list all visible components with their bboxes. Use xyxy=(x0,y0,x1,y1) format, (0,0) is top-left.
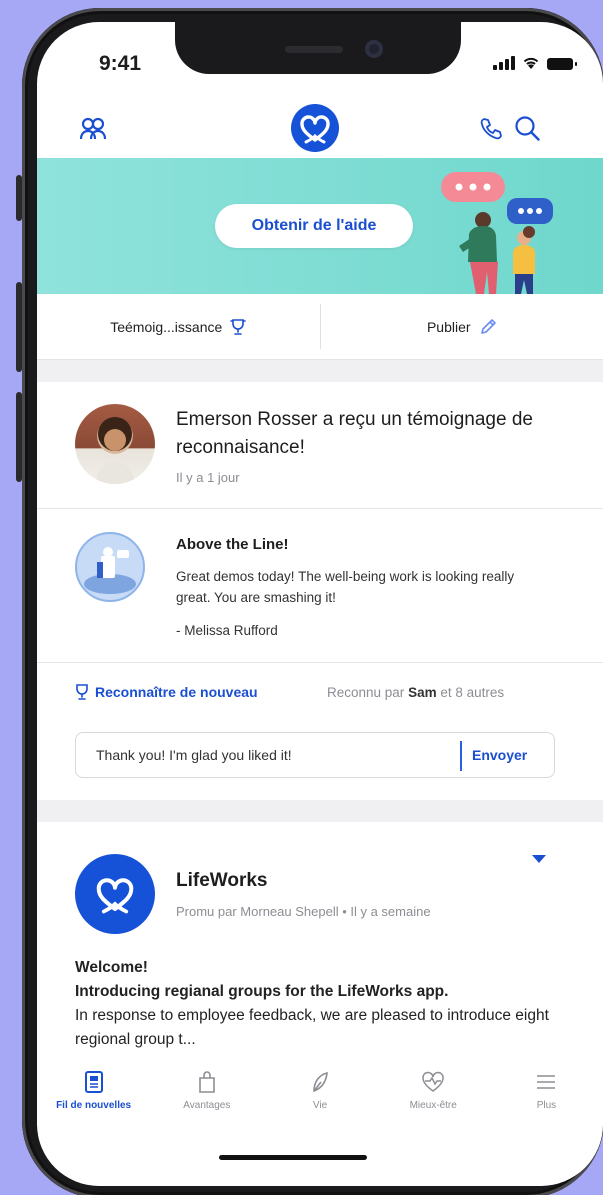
tab-label: Fil de nouvelles xyxy=(56,1099,132,1111)
feed-actions: Teémoig...issance Publier xyxy=(37,294,603,360)
top-navbar xyxy=(37,104,603,164)
publish-action[interactable]: Publier xyxy=(321,294,603,359)
mute-switch xyxy=(16,175,22,221)
status-time: 9:41 xyxy=(99,52,142,75)
emerson-avatar[interactable] xyxy=(75,404,155,484)
section-gap xyxy=(37,800,603,822)
volume-up-button xyxy=(16,282,22,372)
tab-wellbeing[interactable]: Mieux-être xyxy=(377,1054,490,1126)
groups-icon[interactable] xyxy=(79,116,107,142)
bottom-tab-bar: Fil de nouvelles Avantages Vie Mieux-êtr… xyxy=(37,1054,603,1126)
search-icon[interactable] xyxy=(513,114,541,142)
recognition-time: Il y a 1 jour xyxy=(176,470,240,485)
pencil-icon xyxy=(480,318,496,334)
send-button[interactable]: Envoyer xyxy=(472,747,527,763)
card-divider xyxy=(37,662,603,663)
menu-icon xyxy=(537,1074,556,1089)
recognition-action-label: Teémoig...issance xyxy=(110,318,223,335)
camera xyxy=(365,40,383,58)
section-gap xyxy=(37,360,603,382)
tab-newsfeed[interactable]: Fil de nouvelles xyxy=(37,1054,150,1126)
lifeworks-avatar[interactable] xyxy=(75,854,155,934)
recognized-suffix: et 8 autres xyxy=(436,685,505,700)
get-help-button[interactable]: Obtenir de l'aide xyxy=(215,204,413,248)
reply-field[interactable]: Thank you! I'm glad you liked it! Envoye… xyxy=(75,732,555,778)
status-icons xyxy=(493,56,577,70)
tab-label: Mieux-être xyxy=(409,1099,457,1111)
recognition-signature: - Melissa Rufford xyxy=(176,623,278,638)
tab-label: Plus xyxy=(536,1099,557,1111)
newsfeed-icon xyxy=(84,1070,103,1093)
recognized-name[interactable]: Sam xyxy=(408,685,437,700)
leaf-icon xyxy=(313,1071,328,1092)
post-meta: Promu par Morneau Shepell • Il y a semai… xyxy=(176,904,431,919)
signal-icon xyxy=(493,56,515,70)
tab-more[interactable]: Plus xyxy=(490,1054,603,1126)
trophy-icon xyxy=(230,318,247,335)
recognized-prefix: Reconnu par xyxy=(327,685,409,700)
award-title: Above the Line! xyxy=(176,536,289,553)
post-body: In response to employee feedback, we are… xyxy=(75,1007,549,1048)
chevron-down-icon[interactable] xyxy=(531,854,547,864)
phone-icon[interactable] xyxy=(479,116,503,140)
post-content: Welcome! Introducing regianal groups for… xyxy=(75,956,565,1052)
card-divider xyxy=(37,508,603,509)
tab-label: Avantages xyxy=(183,1099,231,1111)
trophy-icon xyxy=(76,684,88,700)
app-screen: 9:41 Obtenir de l'aide Teémoig...issance… xyxy=(37,22,603,1186)
tab-benefits[interactable]: Avantages xyxy=(150,1054,263,1126)
input-divider xyxy=(460,741,462,771)
post-author[interactable]: LifeWorks xyxy=(176,870,268,892)
post-headline: Welcome! xyxy=(75,959,148,976)
volume-down-button xyxy=(16,392,22,482)
recognition-action[interactable]: Teémoig...issance xyxy=(37,294,320,359)
battery-icon xyxy=(547,58,577,70)
notch xyxy=(175,22,461,74)
wifi-icon xyxy=(523,57,539,69)
tab-life[interactable]: Vie xyxy=(263,1054,376,1126)
recognition-title: Emerson Rosser a reçu un témoignage de r… xyxy=(176,409,533,458)
award-badge-icon xyxy=(75,532,145,602)
recognize-again-label: Reconnaître de nouveau xyxy=(95,684,258,700)
post-subhead: Introducing regianal groups for the Life… xyxy=(75,983,449,1000)
recognition-message: Great demos today! The well-being work i… xyxy=(176,569,515,605)
heart-pulse-icon xyxy=(422,1071,444,1092)
lifeworks-logo[interactable] xyxy=(291,104,339,152)
reply-input-value[interactable]: Thank you! I'm glad you liked it! xyxy=(96,747,292,763)
home-indicator[interactable] xyxy=(219,1155,367,1160)
speaker xyxy=(285,46,343,53)
publish-action-label: Publier xyxy=(426,318,471,335)
recognized-by-text: Reconnu par Sam et 8 autres xyxy=(327,685,504,700)
recognize-again-link[interactable]: Reconnaître de nouveau xyxy=(75,684,258,700)
shopping-bag-icon xyxy=(198,1070,215,1093)
help-banner: Obtenir de l'aide xyxy=(37,158,603,294)
people-chatting-illustration xyxy=(441,172,553,294)
tab-label: Vie xyxy=(312,1099,328,1111)
